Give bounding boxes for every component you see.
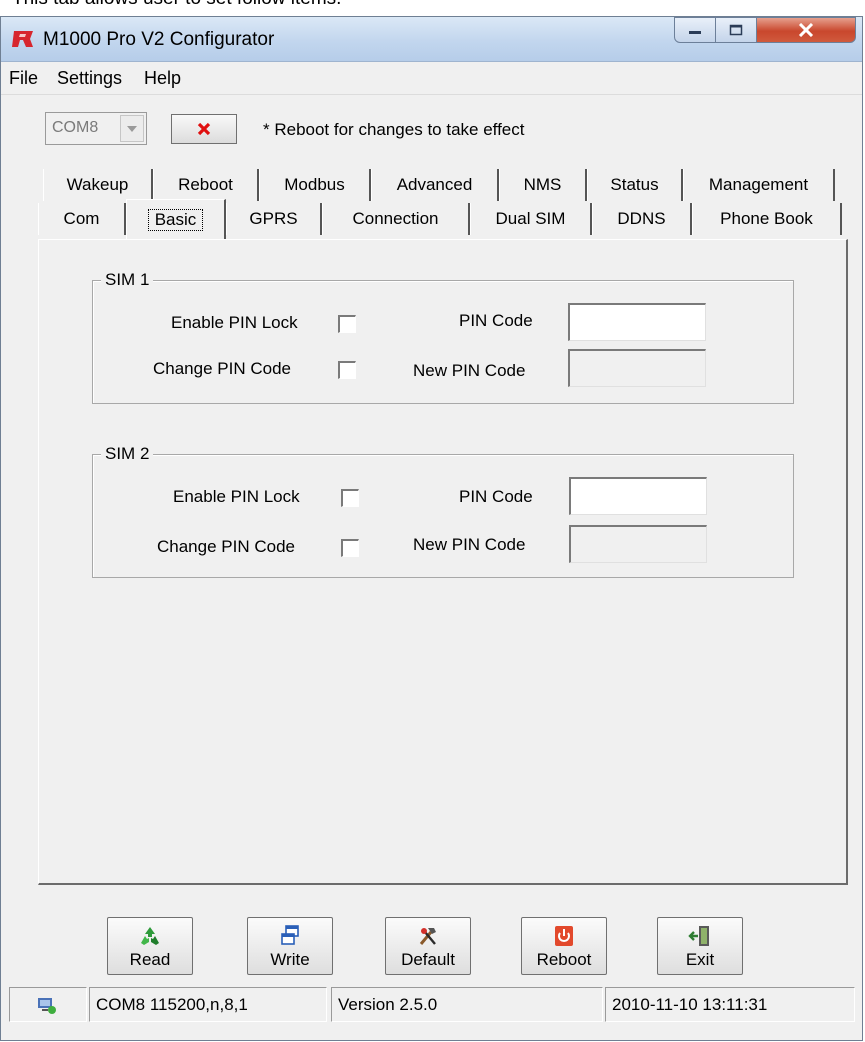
reboot-button[interactable]: Reboot xyxy=(521,917,607,975)
tab-advanced[interactable]: Advanced xyxy=(371,169,499,201)
tab-phone-book[interactable]: Phone Book xyxy=(692,203,842,235)
menu-file[interactable]: File xyxy=(9,68,38,89)
sim2-legend: SIM 2 xyxy=(101,444,154,464)
sim2-change-pin-label: Change PIN Code xyxy=(157,537,295,556)
sim2-enable-pin-lock-checkbox[interactable] xyxy=(341,489,359,507)
exit-button[interactable]: Exit xyxy=(657,917,743,975)
tab-com[interactable]: Com xyxy=(38,203,126,235)
tools-icon xyxy=(419,928,436,945)
sim2-new-pin-input[interactable] xyxy=(569,525,707,563)
tab-basic[interactable]: Basic xyxy=(126,199,226,239)
action-bar: Read Write Default Reboot Exit xyxy=(1,905,862,975)
title-bar[interactable]: M1000 Pro V2 Configurator xyxy=(1,17,862,62)
tab-label: Phone Book xyxy=(720,209,813,228)
sim1-enable-pin-lock-label: Enable PIN Lock xyxy=(171,313,298,332)
maximize-button[interactable] xyxy=(715,17,757,43)
status-bar: COM8 115200,n,8,1 Version 2.5.0 2010-11-… xyxy=(1,983,862,1042)
tab-label: NMS xyxy=(523,175,562,194)
minimize-icon xyxy=(689,31,701,34)
default-label: Default xyxy=(401,950,455,969)
tab-label: Advanced xyxy=(396,175,473,194)
tab-wakeup[interactable]: Wakeup xyxy=(43,169,153,201)
disconnect-button[interactable] xyxy=(171,114,237,144)
tab-nms[interactable]: NMS xyxy=(499,169,587,201)
app-logo-icon xyxy=(12,31,33,47)
close-button[interactable] xyxy=(756,17,856,43)
sim1-new-pin-input[interactable] xyxy=(568,349,706,387)
tab-label: DDNS xyxy=(617,209,666,228)
sim1-legend: SIM 1 xyxy=(101,270,154,290)
sim2-change-pin-checkbox[interactable] xyxy=(341,539,359,557)
red-x-icon xyxy=(197,122,211,136)
sim2-enable-pin-lock-label: Enable PIN Lock xyxy=(173,487,300,506)
sim1-enable-pin-lock-checkbox[interactable] xyxy=(338,315,356,333)
status-version: Version 2.5.0 xyxy=(331,987,603,1022)
tab-label: Com xyxy=(63,209,100,228)
maximize-icon xyxy=(729,24,743,36)
sim2-group: SIM 2 Enable PIN Lock PIN Code Change PI… xyxy=(92,444,794,578)
sim2-pin-code-input[interactable] xyxy=(569,477,707,515)
status-connection-cell xyxy=(9,987,87,1022)
tab-gprs[interactable]: GPRS xyxy=(226,203,322,235)
tab-label: Wakeup xyxy=(66,175,129,194)
com-port-value: COM8 xyxy=(52,119,99,136)
basic-tab-panel: SIM 1 Enable PIN Lock PIN Code Change PI… xyxy=(38,239,848,885)
tab-status[interactable]: Status xyxy=(587,169,683,201)
app-window: M1000 Pro V2 Configurator File Settings … xyxy=(0,16,863,1041)
exit-door-icon xyxy=(688,926,709,946)
status-port: COM8 115200,n,8,1 xyxy=(89,987,327,1022)
sim2-new-pin-label: New PIN Code xyxy=(413,535,526,554)
tab-strip: Wakeup Reboot Modbus Advanced NMS Status… xyxy=(1,167,862,241)
power-icon xyxy=(555,926,573,946)
window-title: M1000 Pro V2 Configurator xyxy=(43,29,275,50)
menu-help[interactable]: Help xyxy=(144,68,181,89)
sim1-change-pin-label: Change PIN Code xyxy=(153,359,291,378)
connection-toolbar: COM8 * Reboot for changes to take effect xyxy=(1,97,862,157)
menu-settings[interactable]: Settings xyxy=(57,68,122,89)
write-button[interactable]: Write xyxy=(247,917,333,975)
tab-label: Basic xyxy=(147,208,204,231)
read-button[interactable]: Read xyxy=(107,917,193,975)
chevron-down-icon[interactable] xyxy=(120,115,144,142)
sim1-pin-code-label: PIN Code xyxy=(459,311,533,330)
read-label: Read xyxy=(129,950,171,969)
tab-reboot[interactable]: Reboot xyxy=(153,169,259,201)
reboot-label: Reboot xyxy=(536,950,592,969)
default-button[interactable]: Default xyxy=(385,917,471,975)
sim1-change-pin-checkbox[interactable] xyxy=(338,361,356,379)
sim1-new-pin-label: New PIN Code xyxy=(413,361,526,380)
menu-bar: File Settings Help xyxy=(1,62,862,95)
tab-label: Management xyxy=(708,175,809,194)
status-datetime: 2010-11-10 13:11:31 xyxy=(605,987,855,1022)
sim2-pin-code-label: PIN Code xyxy=(459,487,533,506)
tab-ddns[interactable]: DDNS xyxy=(592,203,692,235)
sim1-group: SIM 1 Enable PIN Lock PIN Code Change PI… xyxy=(92,270,794,404)
network-connected-icon xyxy=(38,998,56,1014)
minimize-button[interactable] xyxy=(674,17,716,43)
reboot-notice: * Reboot for changes to take effect xyxy=(263,120,525,139)
tab-label: Reboot xyxy=(178,175,233,194)
tab-dual-sim[interactable]: Dual SIM xyxy=(470,203,592,235)
copy-windows-icon xyxy=(281,925,299,945)
exit-label: Exit xyxy=(685,950,715,969)
tab-label: GPRS xyxy=(249,209,298,228)
page-caption: This tab allows user to set follow items… xyxy=(12,0,341,10)
recycle-icon xyxy=(141,927,159,945)
tab-connection[interactable]: Connection xyxy=(322,203,470,235)
tab-label: Connection xyxy=(352,209,439,228)
tab-label: Status xyxy=(610,175,659,194)
tab-management[interactable]: Management xyxy=(683,169,835,201)
com-port-select[interactable]: COM8 xyxy=(45,112,147,145)
write-label: Write xyxy=(270,950,310,969)
sim1-pin-code-input[interactable] xyxy=(568,303,706,341)
close-icon xyxy=(798,23,814,37)
tab-modbus[interactable]: Modbus xyxy=(259,169,371,201)
tab-label: Dual SIM xyxy=(495,209,566,228)
tab-label: Modbus xyxy=(284,175,345,194)
